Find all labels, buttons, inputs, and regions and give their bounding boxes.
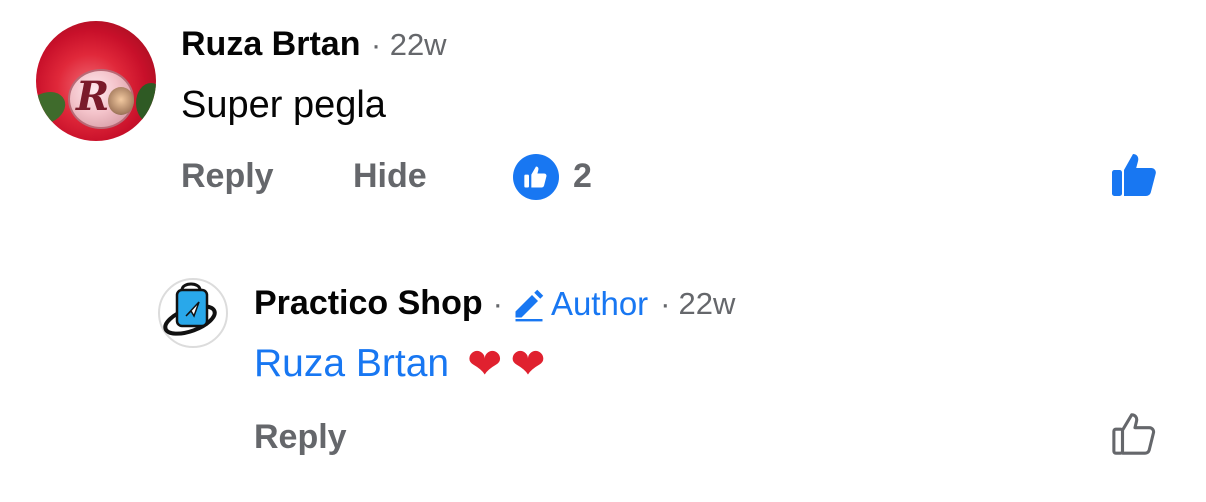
- avatar-leaf: [136, 83, 156, 123]
- thumbs-up-icon: [1112, 154, 1156, 196]
- reply-button[interactable]: Reply: [181, 157, 274, 196]
- avatar[interactable]: [158, 278, 228, 348]
- comment-author-name[interactable]: Ruza Brtan: [181, 25, 360, 63]
- reply-button[interactable]: Reply: [254, 418, 347, 457]
- thumbs-up-outline-icon: [1112, 413, 1156, 455]
- heart-emoji: ❤: [510, 340, 546, 387]
- author-badge: Author: [550, 284, 649, 322]
- header-separator: ·: [660, 285, 671, 321]
- avatar-monogram: R: [76, 73, 110, 120]
- avatar[interactable]: R: [36, 21, 156, 141]
- comment-timestamp[interactable]: 22w: [390, 27, 447, 62]
- like-button[interactable]: [1110, 152, 1158, 198]
- avatar-face: [108, 87, 134, 115]
- shopping-bag-logo-icon: [163, 282, 217, 336]
- pencil-icon: [515, 289, 544, 321]
- reply-text: Ruza Brtan ❤ ❤: [254, 342, 546, 386]
- like-button[interactable]: [1111, 411, 1157, 457]
- reaction-count[interactable]: 2: [573, 157, 592, 196]
- hide-button[interactable]: Hide: [353, 157, 427, 196]
- thumbs-up-icon: [524, 166, 547, 188]
- like-icon[interactable]: [513, 154, 559, 200]
- reply-author-name[interactable]: Practico Shop: [254, 284, 483, 323]
- header-separator: ·: [492, 285, 503, 321]
- reply-timestamp[interactable]: 22w: [679, 286, 736, 322]
- comment-text: Super pegla: [181, 84, 386, 126]
- header-separator: ·: [370, 27, 382, 62]
- heart-emoji: ❤: [467, 340, 503, 387]
- avatar-leaf: [36, 85, 71, 131]
- mention-link[interactable]: Ruza Brtan: [254, 342, 449, 386]
- comment-header: Ruza Brtan · 22w: [181, 25, 447, 64]
- reply-header: Practico Shop · Author · 22w: [254, 284, 735, 323]
